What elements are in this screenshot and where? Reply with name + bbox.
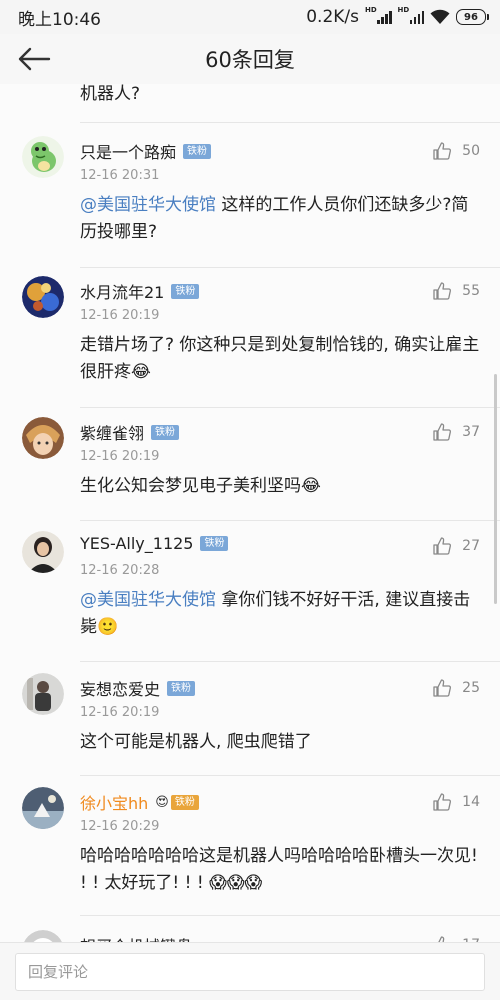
header: 60条回复: [0, 34, 500, 84]
like-button[interactable]: 37: [432, 422, 480, 442]
comment-list[interactable]: 机器人? 只是一个路痴 铁粉 12-16 20:31 50 @美国驻华大使馆 这…: [0, 84, 500, 942]
thumbs-up-icon: [433, 679, 452, 697]
username[interactable]: 只是一个路痴: [80, 139, 176, 163]
comment-time: 12-16 20:28: [80, 563, 160, 578]
mention-link[interactable]: @美国驻华大使馆: [80, 590, 216, 610]
fan-badge: 铁粉: [167, 680, 196, 696]
like-count: 55: [462, 283, 480, 299]
fan-badge: 铁粉: [200, 536, 229, 551]
network-speed: 0.2K/s: [306, 7, 359, 27]
page-title: 60条回复: [205, 48, 295, 72]
username[interactable]: YES-Ally_1125: [80, 534, 193, 553]
divider: [80, 267, 500, 268]
like-button[interactable]: 27: [432, 536, 480, 556]
status-time: 晚上10:46: [18, 9, 101, 30]
avatar[interactable]: [22, 276, 64, 318]
divider: [80, 520, 500, 521]
like-count: 37: [462, 424, 480, 440]
divider: [80, 122, 500, 123]
wifi-icon: [430, 9, 450, 24]
comment-time: 12-16 20:19: [80, 308, 160, 323]
username[interactable]: 想买个机械键盘- -: [80, 933, 209, 942]
comment-text: 走错片场了? 你这种只是到处复制恰钱的, 确实让雇主很肝疼😂: [80, 335, 480, 382]
like-button[interactable]: 25: [432, 678, 480, 698]
crown-icon: 😍: [155, 794, 169, 810]
comment-text: @美国驻华大使馆 拿你们钱不好好干活, 建议直接击毙🙂: [80, 590, 471, 637]
avatar[interactable]: [22, 417, 64, 459]
reply-input[interactable]: [15, 953, 485, 991]
mention-link[interactable]: @美国驻华大使馆: [80, 195, 216, 215]
thumbs-up-icon: [433, 537, 452, 555]
signal-icon-2: HD: [398, 6, 424, 24]
status-bar: 晚上10:46 0.2K/s HD HD 96: [0, 0, 500, 34]
divider: [80, 775, 500, 776]
comment-text: 生化公知会梦见电子美利坚吗😂: [80, 476, 321, 496]
thumbs-up-icon: [433, 423, 452, 441]
fan-badge: 铁粉: [171, 283, 200, 299]
fan-badge: 铁粉: [170, 794, 199, 810]
like-button[interactable]: 55: [432, 281, 480, 301]
signal-icon: HD: [365, 6, 392, 24]
arrow-left-icon: [18, 47, 51, 71]
divider: [80, 407, 500, 408]
comment-text: 这个可能是机器人, 爬虫爬错了: [80, 732, 312, 752]
avatar[interactable]: [22, 930, 64, 942]
like-count: 14: [462, 794, 480, 810]
thumbs-up-icon: [438, 936, 445, 942]
thumbs-up-icon: [433, 142, 452, 160]
battery-icon: 96: [456, 9, 489, 25]
comment-text: @美国驻华大使馆 这样的工作人员你们还缺多少?简历投哪里?: [80, 195, 469, 242]
comment-time: 12-16 20:19: [80, 449, 160, 464]
like-button[interactable]: 14: [432, 792, 480, 812]
username[interactable]: 水月流年21: [80, 279, 164, 303]
comment-time: 12-16 20:31: [80, 168, 160, 183]
avatar[interactable]: [22, 136, 64, 178]
avatar[interactable]: [22, 787, 64, 829]
like-button[interactable]: 50: [432, 141, 480, 161]
like-button[interactable]: 17: [432, 935, 480, 942]
avatar[interactable]: [22, 531, 64, 573]
divider: [80, 661, 500, 662]
username[interactable]: 紫缠雀翎: [80, 420, 144, 444]
avatar[interactable]: [22, 673, 64, 715]
comment-time: 12-16 20:19: [80, 705, 160, 720]
like-count: 27: [462, 538, 480, 554]
username[interactable]: 徐小宝hh: [80, 790, 148, 814]
username[interactable]: 妄想恋爱史: [80, 676, 160, 700]
partial-comment-text: 机器人?: [80, 84, 141, 104]
comment-time: 12-16 20:29: [80, 819, 160, 834]
fan-badge: 铁粉: [183, 143, 212, 159]
fan-badge: 铁粉: [151, 424, 180, 440]
thumbs-up-icon: [433, 793, 452, 811]
like-count: 25: [462, 680, 480, 696]
scrollbar[interactable]: [494, 374, 497, 604]
thumbs-up-icon: [433, 282, 452, 300]
reply-bar: [0, 942, 500, 1000]
back-button[interactable]: [14, 42, 54, 76]
like-count: 50: [462, 143, 480, 159]
comment-text: 哈哈哈哈哈哈哈这是机器人吗哈哈哈哈卧槽头一次见! ! ! 太好玩了! ! ! 😱…: [80, 846, 478, 893]
divider: [80, 915, 500, 916]
status-icons: 0.2K/s HD HD 96: [306, 6, 489, 27]
